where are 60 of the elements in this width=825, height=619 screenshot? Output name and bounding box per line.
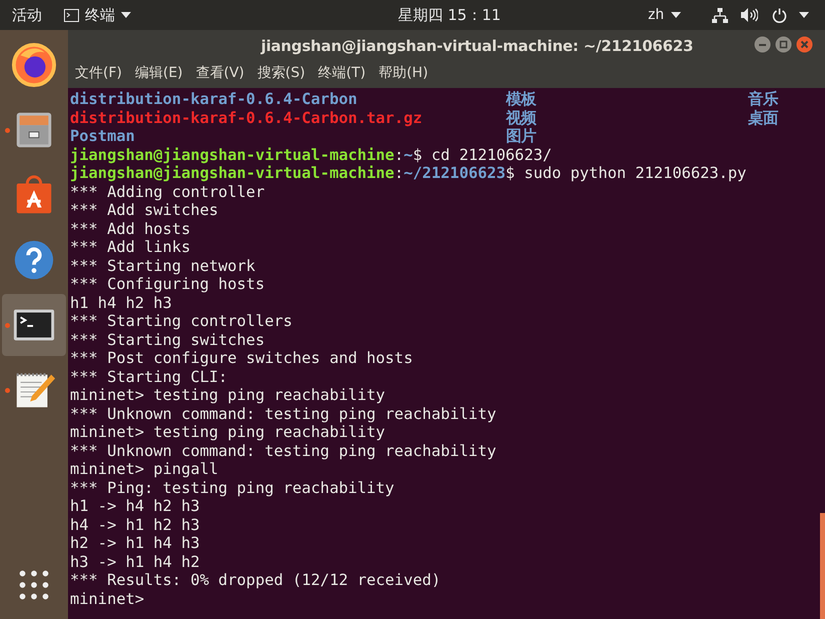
terminal-line: mininet> testing ping reachability bbox=[70, 423, 386, 441]
terminal-line: h1 -> h4 h2 h3 bbox=[70, 497, 200, 515]
terminal-line: *** Configuring hosts bbox=[70, 275, 265, 293]
terminal-line: *** Unknown command: testing ping reachability bbox=[70, 442, 496, 460]
menu-item[interactable]: 搜索(S) bbox=[257, 62, 306, 84]
close-button[interactable] bbox=[796, 36, 813, 53]
minimize-button[interactable] bbox=[754, 36, 771, 53]
power-icon[interactable] bbox=[772, 8, 787, 22]
terminal-line: h2 -> h1 h4 h3 bbox=[70, 534, 200, 552]
terminal-line: *** Adding controller bbox=[70, 182, 265, 200]
terminal-icon bbox=[64, 8, 79, 22]
menu-item[interactable]: 帮助(H) bbox=[378, 62, 428, 84]
terminal-line: *** Starting network bbox=[70, 256, 256, 274]
directory-name: 视频 bbox=[506, 108, 538, 127]
terminal-line: h3 -> h1 h4 h2 bbox=[70, 552, 200, 570]
network-icon[interactable] bbox=[712, 8, 728, 22]
caret-icon bbox=[121, 12, 131, 18]
terminal-line: h4 -> h1 h2 h3 bbox=[70, 516, 200, 534]
terminal-line: *** Starting CLI: bbox=[70, 368, 228, 386]
directory-name: 图片 bbox=[506, 127, 538, 146]
browser-icon bbox=[11, 42, 57, 88]
running-indicator bbox=[5, 388, 10, 393]
caret-icon bbox=[670, 12, 681, 18]
terminal-line: mininet> bbox=[70, 590, 144, 608]
terminal-line: *** Add links bbox=[70, 238, 190, 256]
directory-name: 桌面 bbox=[748, 108, 780, 127]
window-title: jiangshan@jiangshan-virtual-machine: ~/212106623 bbox=[261, 36, 694, 57]
terminal-line: jiangshan@jiangshan-virtual-machine:~/212106623$ sudo python 212106623.py bbox=[70, 164, 746, 182]
menu-item[interactable]: 编辑(E) bbox=[134, 62, 183, 84]
input-method-menu[interactable]: zh bbox=[648, 4, 681, 26]
terminal-line: *** Add hosts bbox=[70, 220, 190, 238]
directory-name: distribution-karaf-0.6.4-Carbon bbox=[70, 90, 358, 108]
running-indicator bbox=[5, 323, 10, 328]
directory-name: 模板 bbox=[506, 90, 538, 108]
terminal-line: mininet> testing ping reachability bbox=[70, 386, 386, 404]
terminal-line: mininet> pingall bbox=[70, 460, 218, 478]
terminal-line: *** Unknown command: testing ping reachability bbox=[70, 404, 496, 422]
directory-name: Postman bbox=[70, 127, 136, 146]
dock-item[interactable] bbox=[2, 294, 66, 356]
running-indicator bbox=[5, 128, 10, 133]
terminal-line: *** Starting switches bbox=[70, 330, 265, 348]
terminal-line: *** Add switches bbox=[70, 201, 218, 219]
terminal-line: *** Post configure switches and hosts bbox=[70, 349, 413, 367]
terminal-line: *** Starting controllers bbox=[70, 312, 292, 330]
volume-icon[interactable] bbox=[741, 8, 758, 22]
maximize-button[interactable] bbox=[775, 36, 792, 53]
activities-button[interactable]: 活动 bbox=[12, 4, 42, 26]
terminal-line: jiangshan@jiangshan-virtual-machine:~$ cd 212106623/ bbox=[70, 146, 552, 164]
app-menu[interactable]: 终端 bbox=[64, 4, 131, 26]
menu-item[interactable]: 终端(T) bbox=[318, 62, 366, 84]
caret-icon[interactable] bbox=[799, 12, 809, 18]
directory-name: 音乐 bbox=[748, 90, 780, 108]
terminal-line: h1 h4 h2 h3 bbox=[70, 294, 172, 312]
archive-name: distribution-karaf-0.6.4-Carbon.tar.gz bbox=[70, 108, 424, 127]
menu-item[interactable]: 文件(F) bbox=[75, 62, 122, 84]
clock[interactable]: 星期四 15：11 bbox=[398, 4, 501, 26]
terminal-line: *** Results: 0% dropped (12/12 received) bbox=[70, 571, 441, 589]
terminal-line: *** Ping: testing ping reachability bbox=[70, 478, 394, 496]
scrollbar-thumb[interactable] bbox=[820, 513, 825, 619]
menu-item[interactable]: 查看(V) bbox=[196, 62, 244, 84]
